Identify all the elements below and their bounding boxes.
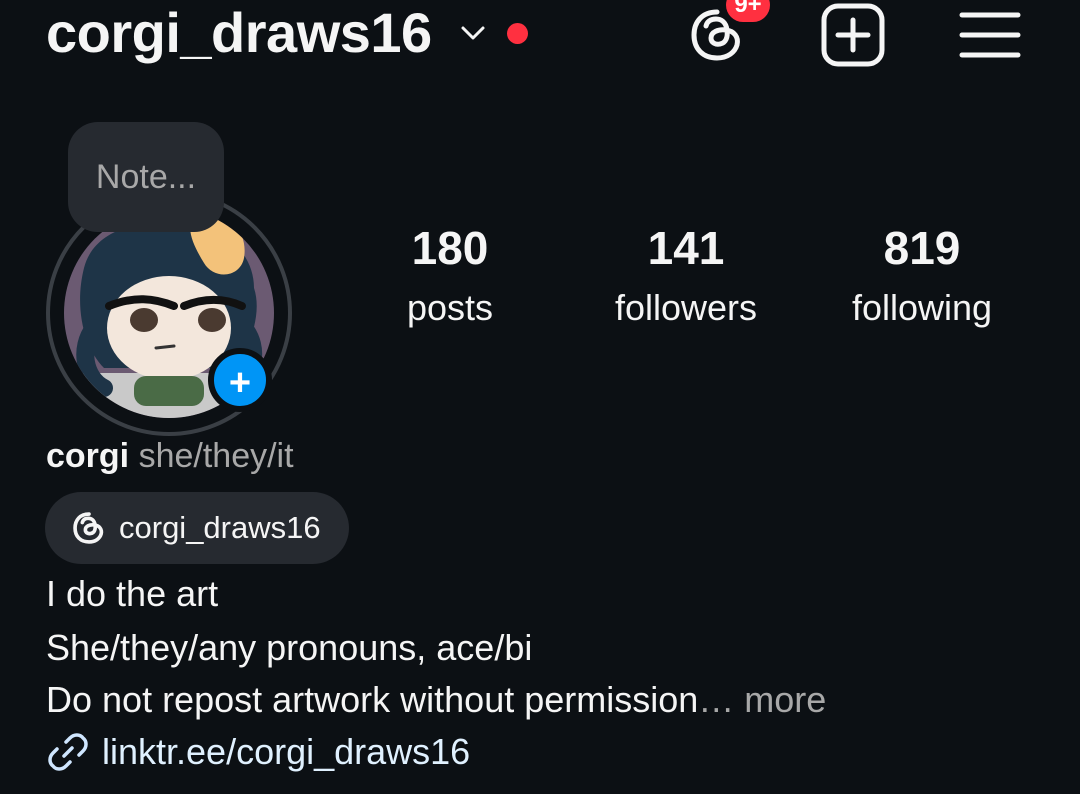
profile-link[interactable]: linktr.ee/corgi_draws16 [46,728,470,776]
display-name: corgi [46,437,130,475]
bio-line-2: She/they/any pronouns, ace/bi [46,627,533,668]
pronouns: she/they/it [138,437,294,475]
threads-handle: corgi_draws16 [119,510,321,545]
threads-notification-badge: 9+ [726,0,770,22]
menu-icon[interactable] [958,0,1022,70]
threads-profile-chip[interactable]: corgi_draws16 [45,492,349,564]
top-bar: corgi_draws16 9+ [0,0,1080,72]
threads-icon [73,512,104,544]
add-story-button[interactable]: + [208,348,272,412]
bio-line-1: I do the art [46,573,219,614]
stat-posts[interactable]: 180 posts [340,218,560,338]
bio-line-3-text: Do not repost artwork without permission [46,679,699,720]
note-bubble[interactable]: Note... [68,122,224,232]
profile-link-text: linktr.ee/corgi_draws16 [102,731,471,772]
bio-more-button[interactable]: more [734,679,826,720]
chevron-down-icon[interactable] [458,20,488,46]
username-switcher[interactable]: corgi_draws16 [46,0,432,66]
stat-followers[interactable]: 141 followers [576,218,796,338]
stat-following[interactable]: 819 following [812,218,1032,338]
following-count: 819 [883,222,961,274]
link-icon [48,733,88,771]
followers-count: 141 [647,222,725,274]
followers-label: followers [614,287,758,328]
following-label: following [851,287,993,328]
bio-line-3: Do not repost artwork without permission… [46,676,826,724]
unread-dot [507,23,528,44]
bio-ellipsis: … [698,679,735,720]
profile-name-line: corgi she/they/it [46,432,294,480]
posts-count: 180 [411,222,489,274]
posts-label: posts [406,287,494,328]
create-plus-icon[interactable] [818,0,888,70]
